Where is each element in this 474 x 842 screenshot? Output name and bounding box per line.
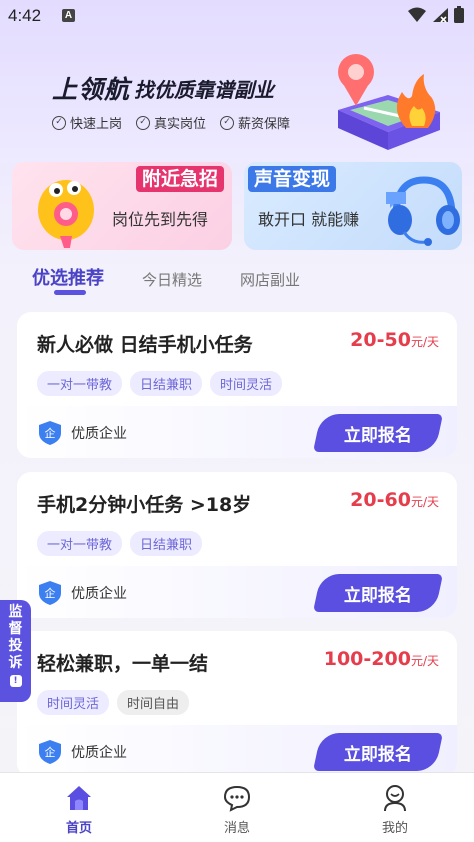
banner-subtitle: 敢开口 就能赚 [258,210,360,229]
nearby-urgent-banner[interactable]: 附近急招 岗位先到先得 [12,162,232,250]
shield-icon: 企 [39,421,61,445]
job-tag: 一对一带教 [37,371,123,396]
tab-indicator [54,290,86,295]
job-title: 轻松兼职，一单一结 [37,653,209,675]
job-title: 手机2分钟小任务 >18岁 [37,494,252,516]
hero-feature: ✓ 快速上岗 [52,113,122,132]
job-card[interactable]: 轻松兼职，一单一结 100-200元/天 时间灵活 时间自由 企 优质企业 立即… [17,631,457,777]
alert-icon: ! [9,675,22,687]
profile-icon [384,785,406,812]
nav-home[interactable]: 首页 [0,773,158,842]
job-card[interactable]: 手机2分钟小任务 >18岁 20-60元/天 一对一带教 日结兼职 企 优质企业… [17,472,457,618]
company: 企 优质企业 [37,580,127,606]
nav-profile[interactable]: 我的 [316,773,474,842]
job-tags: 一对一带教 日结兼职 时间灵活 [37,371,283,396]
headphones-icon [386,176,460,246]
hero-features: ✓ 快速上岗 ✓ 真实岗位 ✓ 薪资保障 [52,113,290,132]
job-tags: 时间灵活 时间自由 [37,690,190,715]
banner-subtitle: 岗位先到先得 [112,210,209,229]
category-tabs: 优选推荐 今日精选 网店副业 [32,264,338,295]
nav-label: 消息 [223,821,250,836]
status-bar: 4:42 A [0,0,474,34]
job-tag: 时间灵活 [37,690,110,715]
status-time: 4:42 [8,6,42,25]
svg-text:企: 企 [45,586,56,600]
bottom-nav: 首页 消息 我的 [0,772,474,842]
job-salary: 100-200元/天 [323,648,439,670]
svg-text:企: 企 [45,745,56,759]
apply-button[interactable]: 立即报名 [312,733,444,771]
banner-tag: 附近急招 [135,166,224,192]
svg-text:企: 企 [45,426,56,440]
nav-label: 首页 [65,821,92,836]
signal-icon [433,7,448,23]
brand-title: 上领航 [52,75,131,104]
hero-feature: ✓ 薪资保障 [220,113,290,132]
nav-messages[interactable]: 消息 [158,773,316,842]
map-fire-illustration [338,54,440,150]
chat-icon [223,785,251,812]
check-icon: ✓ [52,115,66,130]
job-card[interactable]: 新人必做 日结手机小任务 20-50元/天 一对一带教 日结兼职 时间灵活 企 … [17,312,457,458]
apply-button[interactable]: 立即报名 [312,414,444,452]
company: 企 优质企业 [37,420,127,446]
card-footer: 企 优质企业 立即报名 [17,406,457,458]
company-label: 优质企业 [71,426,127,442]
company-label: 优质企业 [71,586,127,602]
job-tags: 一对一带教 日结兼职 [37,531,203,556]
shield-icon: 企 [39,581,61,605]
job-tag: 一对一带教 [37,531,123,556]
complaint-float-button[interactable]: 监 督 投 诉 ! [0,600,31,702]
nav-label: 我的 [381,821,408,836]
brand-slogan: 找优质靠谱副业 [134,78,274,102]
check-icon: ✓ [136,115,151,130]
mascot-icon [38,180,94,248]
job-tag: 日结兼职 [130,371,203,396]
job-tag: 时间自由 [117,690,190,715]
job-salary: 20-60元/天 [350,489,439,511]
check-icon: ✓ [220,115,235,130]
job-tag: 日结兼职 [130,531,203,556]
company: 企 优质企业 [37,739,127,765]
tab-online-store[interactable]: 网店副业 [240,269,300,290]
banner-tag: 声音变现 [248,166,337,192]
battery-icon [454,6,464,23]
hero-feature: ✓ 真实岗位 [136,113,206,132]
job-tag: 时间灵活 [210,371,283,396]
card-footer: 企 优质企业 立即报名 [17,725,457,777]
notification-icon: A [62,9,75,22]
voice-monetize-banner[interactable]: 声音变现 敢开口 就能赚 [244,162,462,250]
card-footer: 企 优质企业 立即报名 [17,566,457,618]
job-title: 新人必做 日结手机小任务 [37,334,253,356]
status-icons [408,6,464,23]
home-icon [67,786,91,810]
wifi-icon [408,7,426,22]
company-label: 优质企业 [71,745,127,761]
job-salary: 20-50元/天 [350,329,439,351]
apply-button[interactable]: 立即报名 [312,574,444,612]
shield-icon: 企 [39,740,61,764]
tab-today[interactable]: 今日精选 [142,269,202,290]
tab-recommended[interactable]: 优选推荐 [32,264,104,290]
